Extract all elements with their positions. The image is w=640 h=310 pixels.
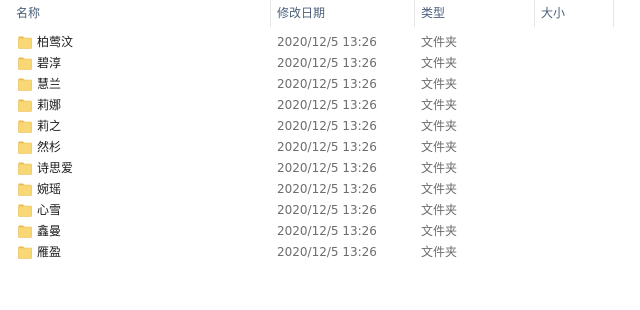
file-type: 文件夹 xyxy=(421,161,458,175)
file-row[interactable]: 雁盈 2020/12/5 13:26 文件夹 xyxy=(12,242,612,263)
file-modified-date: 2020/12/5 13:26 xyxy=(277,98,377,112)
folder-icon xyxy=(18,99,32,112)
file-row[interactable]: 莉娜 2020/12/5 13:26 文件夹 xyxy=(12,95,612,116)
column-header-size[interactable]: 大小 xyxy=(541,0,611,27)
file-modified-date: 2020/12/5 13:26 xyxy=(277,182,377,196)
folder-icon xyxy=(18,204,32,217)
folder-icon xyxy=(18,141,32,154)
file-type: 文件夹 xyxy=(421,203,458,217)
sort-caret-icon: ^ xyxy=(134,0,146,4)
column-header-name[interactable]: 名称 xyxy=(16,0,266,27)
file-modified-date: 2020/12/5 13:26 xyxy=(277,56,377,70)
file-row[interactable]: 诗思爱 2020/12/5 13:26 文件夹 xyxy=(12,158,612,179)
file-type: 文件夹 xyxy=(421,119,458,133)
column-divider[interactable] xyxy=(613,0,614,27)
file-type: 文件夹 xyxy=(421,182,458,196)
file-name: 婉瑶 xyxy=(37,182,62,196)
file-row[interactable]: 鑫曼 2020/12/5 13:26 文件夹 xyxy=(12,221,612,242)
file-type: 文件夹 xyxy=(421,35,458,49)
file-modified-date: 2020/12/5 13:26 xyxy=(277,245,377,259)
file-name: 莉之 xyxy=(37,119,62,133)
file-name: 碧淳 xyxy=(37,56,62,70)
file-type: 文件夹 xyxy=(421,245,458,259)
file-modified-date: 2020/12/5 13:26 xyxy=(277,161,377,175)
folder-icon xyxy=(18,162,32,175)
file-row[interactable]: 柏莺汶 2020/12/5 13:26 文件夹 xyxy=(12,32,612,53)
file-name: 雁盈 xyxy=(37,245,62,259)
folder-icon xyxy=(18,225,32,238)
file-type: 文件夹 xyxy=(421,140,458,154)
file-modified-date: 2020/12/5 13:26 xyxy=(277,119,377,133)
folder-icon xyxy=(18,78,32,91)
folder-icon xyxy=(18,36,32,49)
column-header-modified[interactable]: 修改日期 xyxy=(277,0,407,27)
file-row[interactable]: 莉之 2020/12/5 13:26 文件夹 xyxy=(12,116,612,137)
file-row[interactable]: 心雪 2020/12/5 13:26 文件夹 xyxy=(12,200,612,221)
file-type: 文件夹 xyxy=(421,98,458,112)
file-name: 心雪 xyxy=(37,203,62,217)
file-type: 文件夹 xyxy=(421,77,458,91)
file-type: 文件夹 xyxy=(421,56,458,70)
column-divider[interactable] xyxy=(534,0,535,27)
file-name: 莉娜 xyxy=(37,98,62,112)
file-modified-date: 2020/12/5 13:26 xyxy=(277,224,377,238)
file-modified-date: 2020/12/5 13:26 xyxy=(277,203,377,217)
file-modified-date: 2020/12/5 13:26 xyxy=(277,77,377,91)
folder-icon xyxy=(18,183,32,196)
file-name: 慧兰 xyxy=(37,77,62,91)
file-row[interactable]: 碧淳 2020/12/5 13:26 文件夹 xyxy=(12,53,612,74)
folder-icon xyxy=(18,246,32,259)
file-row[interactable]: 婉瑶 2020/12/5 13:26 文件夹 xyxy=(12,179,612,200)
column-divider[interactable] xyxy=(414,0,415,27)
file-type: 文件夹 xyxy=(421,224,458,238)
file-name: 鑫曼 xyxy=(37,224,62,238)
column-header-bar: 名称 ^ 修改日期 类型 大小 xyxy=(0,0,640,27)
file-modified-date: 2020/12/5 13:26 xyxy=(277,35,377,49)
file-row[interactable]: 慧兰 2020/12/5 13:26 文件夹 xyxy=(12,74,612,95)
column-divider[interactable] xyxy=(270,0,271,27)
file-modified-date: 2020/12/5 13:26 xyxy=(277,140,377,154)
file-name: 然杉 xyxy=(37,140,62,154)
file-row[interactable]: 然杉 2020/12/5 13:26 文件夹 xyxy=(12,137,612,158)
folder-icon xyxy=(18,120,32,133)
file-name: 诗思爱 xyxy=(37,161,74,175)
column-header-type[interactable]: 类型 xyxy=(421,0,531,27)
folder-icon xyxy=(18,57,32,70)
file-name: 柏莺汶 xyxy=(37,35,74,49)
